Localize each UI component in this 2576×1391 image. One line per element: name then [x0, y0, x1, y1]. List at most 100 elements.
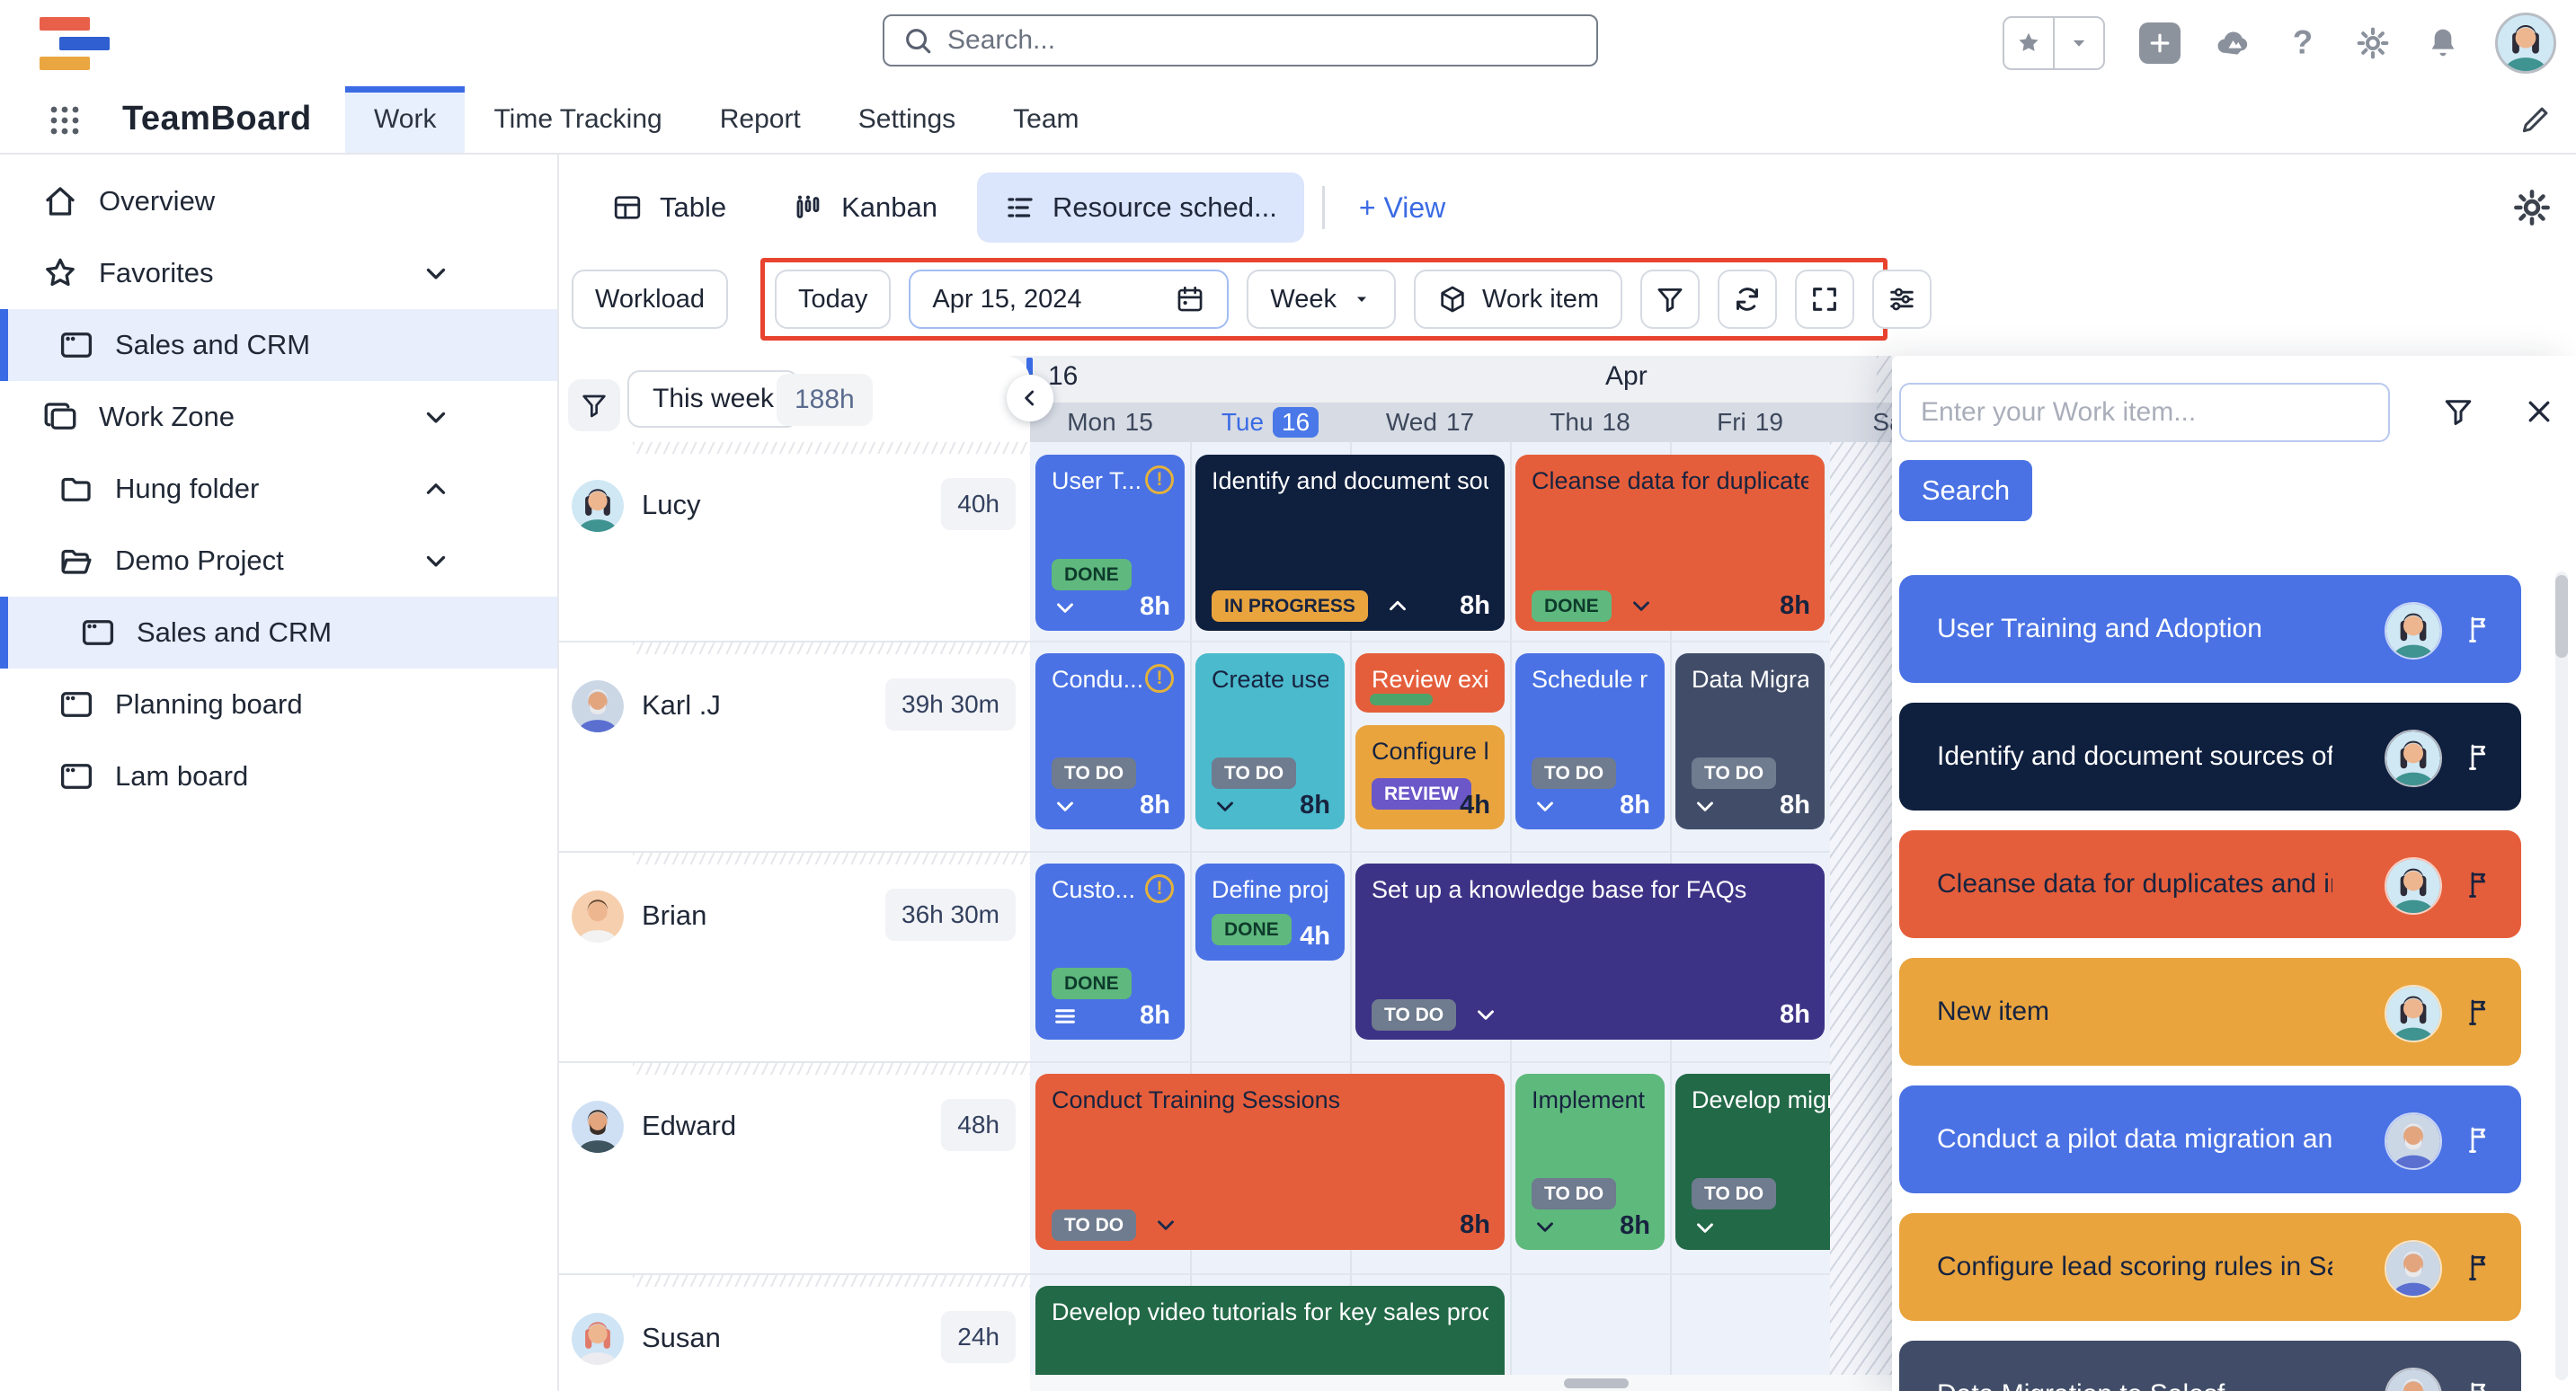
date-picker[interactable]: Apr 15, 2024 — [909, 270, 1229, 329]
chevron-up-icon[interactable] — [421, 474, 451, 504]
panel-search-button[interactable]: Search — [1899, 460, 2032, 521]
chevron-down-icon[interactable] — [1628, 592, 1655, 619]
panel-work-item[interactable]: Conduct a pilot data migration and va... — [1899, 1085, 2521, 1193]
schedule-filter-button[interactable] — [568, 379, 620, 431]
panel-filter-button[interactable] — [2442, 395, 2474, 428]
star-icon[interactable] — [2004, 18, 2053, 68]
task-card[interactable]: Review exi... — [1355, 653, 1505, 713]
task-card[interactable]: Condu...TO DO8h — [1035, 653, 1185, 829]
task-card[interactable]: Create use...TO DO8h — [1195, 653, 1345, 829]
nav-tab-settings[interactable]: Settings — [830, 86, 984, 153]
grid-row-line — [1030, 1273, 1892, 1275]
task-card-title: Implement ... — [1532, 1085, 1648, 1116]
sidebar-item-sales-and-crm[interactable]: Sales and CRM — [0, 597, 557, 669]
day-name: Tue — [1221, 408, 1264, 437]
task-card[interactable]: Set up a knowledge base for FAQsTO DO8h — [1355, 864, 1825, 1040]
chevron-down-icon[interactable] — [1692, 1214, 1719, 1241]
sidebar-item-demo-project[interactable]: Demo Project — [0, 525, 557, 597]
task-card-title: Cleanse data for duplicate... — [1532, 465, 1808, 497]
caret-down-icon[interactable] — [2053, 18, 2103, 68]
sidebar-item-planning-board[interactable]: Planning board — [0, 669, 557, 740]
favorites-split-button[interactable] — [2003, 16, 2105, 70]
range-select[interactable]: Week — [1247, 270, 1396, 329]
today-button[interactable]: Today — [775, 270, 891, 329]
chevron-down-icon[interactable] — [1212, 793, 1239, 820]
marketplace-cloud-icon[interactable] — [2215, 25, 2251, 61]
chevron-up-icon[interactable] — [1384, 592, 1411, 619]
nav-tab-work[interactable]: Work — [345, 86, 465, 153]
task-card[interactable]: Cleanse data for duplicate...DONE8h — [1515, 455, 1825, 631]
add-view-button[interactable]: + View — [1343, 191, 1461, 225]
settings-gear-icon[interactable] — [2355, 25, 2391, 61]
chevron-down-icon[interactable] — [421, 545, 451, 576]
task-hours: 8h — [1620, 1211, 1650, 1241]
toolbar-icon-buttons — [1640, 270, 1932, 329]
panel-work-item[interactable]: User Training and Adoption — [1899, 575, 2521, 683]
chevron-down-icon[interactable] — [1052, 594, 1079, 621]
chevron-down-icon[interactable] — [1472, 1001, 1499, 1028]
nav-tab-time-tracking[interactable]: Time Tracking — [465, 86, 690, 153]
task-card[interactable]: Identify and document sou...IN PROGRESS8… — [1195, 455, 1505, 631]
user-avatar[interactable] — [2495, 13, 2556, 74]
avatar — [2385, 1368, 2442, 1391]
view-tab-table[interactable]: Table — [584, 173, 753, 243]
filter-button[interactable] — [1640, 270, 1700, 329]
work-item-search-input[interactable]: Enter your Work item... — [1899, 383, 2390, 442]
notifications-bell-icon[interactable] — [2425, 25, 2461, 61]
panel-work-item[interactable]: Cleanse data for duplicates and inacc... — [1899, 830, 2521, 938]
menu-icon[interactable] — [1052, 1003, 1079, 1030]
sidebar-item-hung-folder[interactable]: Hung folder — [0, 453, 557, 525]
panel-work-item[interactable]: Configure lead scoring rules in Salesf..… — [1899, 1213, 2521, 1321]
task-card[interactable]: Configure l...REVIEW4h — [1355, 725, 1505, 829]
nav-tab-report[interactable]: Report — [691, 86, 830, 153]
task-card[interactable]: Conduct Training SessionsTO DO8h — [1035, 1074, 1505, 1250]
panel-work-item[interactable]: New item — [1899, 958, 2521, 1066]
flag-icon — [2462, 868, 2494, 900]
sync-button[interactable] — [1718, 270, 1777, 329]
task-card[interactable]: User T...DONE8h — [1035, 455, 1185, 631]
schedule-grid: User T...DONE8hIdentify and document sou… — [1030, 442, 1892, 1375]
task-card[interactable]: Custo...DONE8h — [1035, 864, 1185, 1040]
logo-bar-yellow — [40, 57, 90, 70]
nav-tab-team[interactable]: Team — [984, 86, 1107, 153]
sidebar-item-favorites[interactable]: Favorites — [0, 237, 557, 309]
chevron-down-icon[interactable] — [1692, 793, 1719, 820]
task-card[interactable]: Implement ...TO DO8h — [1515, 1074, 1665, 1250]
chevron-down-icon[interactable] — [1532, 1213, 1559, 1240]
progress-bar — [1370, 694, 1433, 705]
chevron-down-icon[interactable] — [1052, 793, 1079, 820]
task-card[interactable]: Define proj...DONE4h — [1195, 864, 1345, 961]
collapse-panel-button[interactable] — [1007, 375, 1053, 421]
board-settings-gear-icon[interactable] — [2511, 187, 2553, 228]
task-card[interactable]: Develop video tutorials for key sales pr… — [1035, 1286, 1505, 1375]
horizontal-scrollbar[interactable] — [1564, 1378, 1629, 1388]
app-switcher-icon[interactable] — [43, 99, 86, 142]
sidebar-item-overview[interactable]: Overview — [0, 165, 557, 237]
flag-icon — [2462, 1123, 2494, 1156]
this-week-button[interactable]: This week — [627, 370, 799, 428]
panel-close-button[interactable] — [2523, 395, 2555, 428]
panel-scrollbar-thumb[interactable] — [2555, 575, 2568, 658]
work-item-button[interactable]: Work item — [1414, 270, 1622, 329]
sidebar-item-work-zone[interactable]: Work Zone — [0, 381, 557, 453]
view-tab-kanban[interactable]: Kanban — [766, 173, 964, 243]
folder-icon — [58, 470, 95, 508]
chevron-down-icon[interactable] — [421, 258, 451, 288]
panel-work-item[interactable]: Data Migration to Salesf... — [1899, 1341, 2521, 1391]
add-button[interactable] — [2139, 22, 2181, 64]
sidebar-item-lam-board[interactable]: Lam board — [0, 740, 557, 812]
panel-work-item[interactable]: Identify and document sources of exi... — [1899, 703, 2521, 811]
chevron-down-icon[interactable] — [421, 402, 451, 432]
sliders-button[interactable] — [1872, 270, 1932, 329]
global-search-input[interactable]: Search... — [883, 14, 1598, 66]
workload-button[interactable]: Workload — [572, 270, 728, 329]
task-card[interactable]: Data Migra...TO DO8h — [1675, 653, 1825, 829]
help-icon[interactable]: ? — [2285, 25, 2321, 61]
sidebar-item-sales-and-crm[interactable]: Sales and CRM — [0, 309, 557, 381]
edit-pencil-icon[interactable] — [2518, 102, 2553, 137]
view-tab-resource-sched[interactable]: Resource sched... — [977, 173, 1304, 243]
fullscreen-button[interactable] — [1795, 270, 1854, 329]
chevron-down-icon[interactable] — [1152, 1211, 1179, 1238]
chevron-down-icon[interactable] — [1532, 793, 1559, 820]
task-card[interactable]: Schedule r...TO DO8h — [1515, 653, 1665, 829]
